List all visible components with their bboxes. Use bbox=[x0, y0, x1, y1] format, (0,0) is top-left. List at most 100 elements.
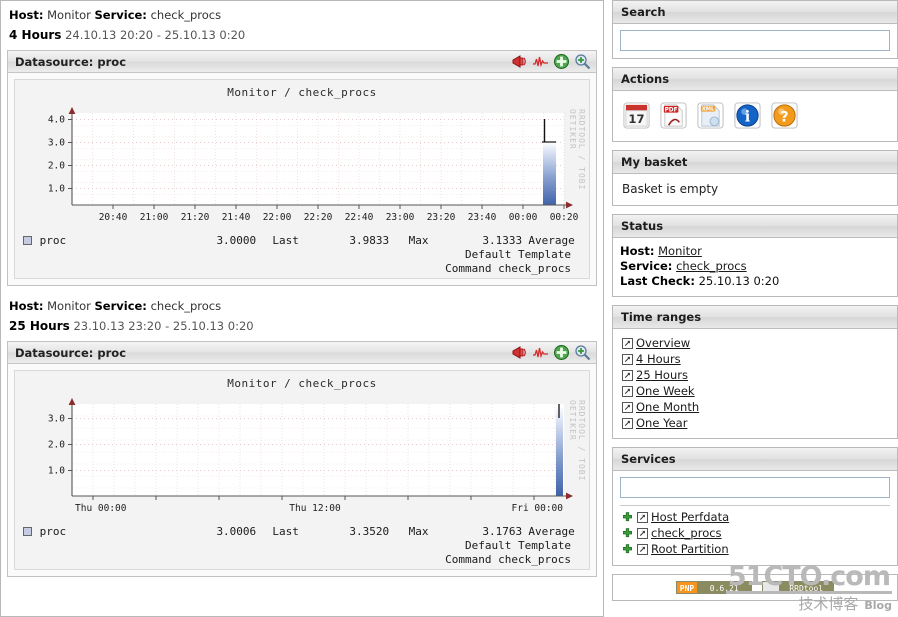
signal-icon[interactable] bbox=[532, 344, 549, 361]
add-to-basket-icon[interactable] bbox=[622, 544, 633, 555]
graph-canvas-2: Monitor / check_procs 3.0 2.0 1.0 Thu 00… bbox=[14, 370, 590, 570]
site-watermark: 51CTO.com 技术博客 Blog bbox=[725, 563, 892, 615]
time-range-item[interactable]: Overview bbox=[622, 336, 890, 352]
time-range-item[interactable]: One Month bbox=[622, 400, 890, 416]
alert-icon[interactable] bbox=[511, 344, 528, 361]
time-range-link-5[interactable]: One Year bbox=[636, 416, 687, 431]
time-range-link-2[interactable]: 25 Hours bbox=[636, 368, 688, 383]
service-label-2: Service: bbox=[94, 299, 147, 313]
time-range-link-4[interactable]: One Month bbox=[636, 400, 699, 415]
service-item[interactable]: Host Perfdata bbox=[622, 510, 890, 526]
range-value-2: 23.10.13 23:20 - 25.10.13 0:20 bbox=[73, 319, 254, 333]
status-host-link[interactable]: Monitor bbox=[658, 244, 702, 258]
pdf-icon[interactable]: PDF bbox=[659, 101, 688, 130]
datasource-title-2: Datasource: proc bbox=[15, 346, 127, 360]
external-link-icon bbox=[622, 354, 633, 365]
calendar-icon[interactable]: 17 bbox=[622, 101, 651, 130]
services-list: Host Perfdata check_procs Root Partition bbox=[620, 510, 890, 558]
time-range-item[interactable]: 25 Hours bbox=[622, 368, 890, 384]
external-link-icon bbox=[622, 402, 633, 413]
services-box: Services Host Perfdata check_procs Root Pa… bbox=[612, 447, 898, 566]
time-ranges-box: Time ranges Overview 4 Hours 25 Hours One W… bbox=[612, 305, 898, 439]
search-input[interactable] bbox=[620, 30, 890, 51]
svg-text:XML: XML bbox=[702, 107, 715, 113]
time-range-link-0[interactable]: Overview bbox=[636, 336, 690, 351]
legend-command: Command check_procs bbox=[445, 262, 571, 275]
time-range-item[interactable]: 4 Hours bbox=[622, 352, 890, 368]
panel-toolbar-2 bbox=[511, 344, 591, 361]
basket-empty-text: Basket is empty bbox=[622, 182, 719, 196]
svg-text:22:40: 22:40 bbox=[345, 212, 374, 223]
services-filter-input[interactable] bbox=[620, 477, 890, 498]
time-range-link-1[interactable]: 4 Hours bbox=[636, 352, 681, 367]
svg-text:3.0: 3.0 bbox=[48, 414, 65, 425]
time-ranges-title: Time ranges bbox=[613, 306, 897, 329]
status-host-label: Host: bbox=[620, 244, 655, 258]
service-value: check_procs bbox=[150, 8, 222, 22]
sidebar: Search Actions 17 PDF XML i ? My basket … bbox=[612, 0, 898, 617]
time-range-item[interactable]: One Year bbox=[622, 416, 890, 432]
status-service-link[interactable]: check_procs bbox=[676, 259, 747, 273]
external-link-icon bbox=[637, 512, 648, 523]
time-range-item[interactable]: One Week bbox=[622, 384, 890, 400]
zoom-in-icon[interactable] bbox=[574, 53, 591, 70]
svg-text:i: i bbox=[745, 108, 751, 125]
status-title: Status bbox=[613, 215, 897, 238]
external-link-icon bbox=[637, 528, 648, 539]
service-item[interactable]: Root Partition bbox=[622, 542, 890, 558]
status-service-label: Service: bbox=[620, 259, 673, 273]
add-icon[interactable] bbox=[553, 53, 570, 70]
legend-max-label: Max bbox=[408, 234, 429, 247]
svg-text:23:20: 23:20 bbox=[427, 212, 456, 223]
add-icon[interactable] bbox=[553, 344, 570, 361]
time-range-link-3[interactable]: One Week bbox=[636, 384, 695, 399]
service-link-2[interactable]: Root Partition bbox=[651, 542, 729, 557]
basket-title: My basket bbox=[613, 151, 897, 174]
legend-series-name-2: proc bbox=[39, 525, 67, 538]
search-title: Search bbox=[613, 1, 897, 24]
svg-text:PDF: PDF bbox=[665, 108, 678, 114]
svg-text:2.0: 2.0 bbox=[48, 161, 65, 172]
graph-title-2: Monitor / check_procs bbox=[227, 377, 377, 390]
host-label-2: Host: bbox=[9, 299, 44, 313]
datasource-title: Datasource: proc bbox=[15, 55, 127, 69]
svg-text:Thu 12:00: Thu 12:00 bbox=[289, 503, 341, 514]
svg-text:20:40: 20:40 bbox=[99, 212, 128, 223]
svg-text:23:40: 23:40 bbox=[468, 212, 497, 223]
external-link-icon bbox=[622, 418, 633, 429]
legend-color-swatch bbox=[23, 236, 32, 245]
pnp-badge-label: PNP bbox=[676, 582, 698, 593]
signal-icon[interactable] bbox=[532, 53, 549, 70]
legend-last-value: 3.0000 bbox=[216, 234, 257, 247]
legend-last-label-2: Last bbox=[272, 525, 299, 538]
svg-text:00:00: 00:00 bbox=[509, 212, 538, 223]
service-link-0[interactable]: Host Perfdata bbox=[651, 510, 729, 525]
service-item[interactable]: check_procs bbox=[622, 526, 890, 542]
help-icon[interactable]: ? bbox=[770, 101, 799, 130]
graph-host-service-heading-2: Host: Monitor Service: check_procs bbox=[7, 297, 597, 319]
svg-text:3.0: 3.0 bbox=[48, 138, 65, 149]
alert-icon[interactable] bbox=[511, 53, 528, 70]
add-to-basket-icon[interactable] bbox=[622, 528, 633, 539]
host-label: Host: bbox=[9, 8, 44, 22]
search-box: Search bbox=[612, 0, 898, 59]
panel-toolbar-1 bbox=[511, 53, 591, 70]
add-to-basket-icon[interactable] bbox=[622, 512, 633, 523]
service-value-2: check_procs bbox=[150, 299, 222, 313]
service-link-1[interactable]: check_procs bbox=[651, 526, 722, 541]
zoom-in-icon[interactable] bbox=[574, 344, 591, 361]
info-icon[interactable]: i bbox=[733, 101, 762, 130]
legend-series-name: proc bbox=[39, 234, 67, 247]
watermark-subtitle: 技术博客 Blog bbox=[726, 595, 892, 615]
svg-text:22:00: 22:00 bbox=[263, 212, 292, 223]
svg-text:Thu 00:00: Thu 00:00 bbox=[75, 503, 127, 514]
plot-wrap-2: 3.0 2.0 1.0 Thu 00:00 Thu 12:00 Fri 00:0… bbox=[15, 392, 589, 522]
rrdtool-watermark-1: RRDTOOL / TOBI OETIKER bbox=[568, 109, 586, 191]
xml-icon[interactable]: XML bbox=[696, 101, 725, 130]
svg-text:21:40: 21:40 bbox=[222, 212, 251, 223]
datasource-panel-header-2: Datasource: proc bbox=[8, 342, 596, 364]
pnp4nagios-page: Host: Monitor Service: check_procs 4 Hou… bbox=[0, 0, 898, 617]
watermark-chinese: 技术博客 bbox=[798, 595, 859, 613]
status-box: Status Host: Monitor Service: check_proc… bbox=[612, 214, 898, 297]
svg-text:21:20: 21:20 bbox=[181, 212, 210, 223]
